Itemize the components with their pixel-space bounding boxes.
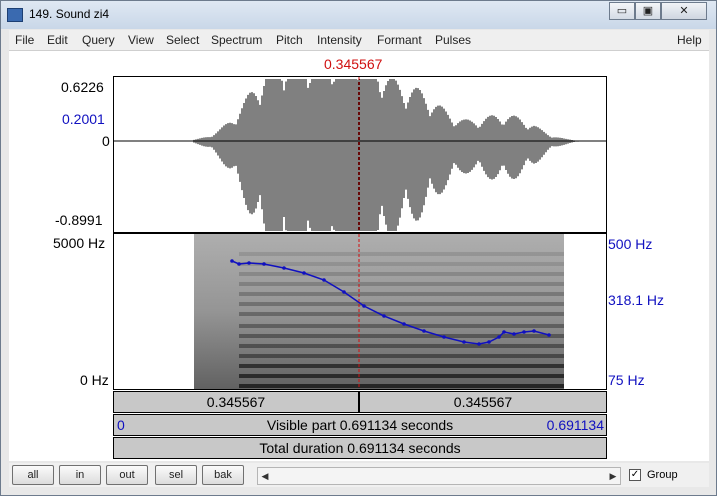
left-part-bar[interactable]: 0.345567 xyxy=(113,391,359,413)
pitch-mid-label: 318.1 Hz xyxy=(608,292,665,308)
maximize-button[interactable]: ▣ xyxy=(635,2,661,20)
menu-intensity[interactable]: Intensity xyxy=(317,33,362,47)
editor-area: 0.345567 0.6226 0.2001 0 -0.8991 5000 Hz… xyxy=(9,51,709,461)
horizontal-scrollbar[interactable]: ◀ ▶ xyxy=(257,467,621,485)
menu-file[interactable]: File xyxy=(15,33,34,47)
zoom-all-button[interactable]: all xyxy=(12,465,54,485)
menu-view[interactable]: View xyxy=(128,33,154,47)
spectrogram-panel[interactable] xyxy=(113,233,607,390)
cursor-time-label: 0.345567 xyxy=(324,56,383,72)
spectrogram-svg xyxy=(194,234,564,389)
menu-spectrum[interactable]: Spectrum xyxy=(211,33,262,47)
group-label: Group xyxy=(647,469,678,481)
pitch-bottom-label: 75 Hz xyxy=(608,372,645,388)
zoom-selection-button[interactable]: sel xyxy=(155,465,197,485)
total-duration-bar[interactable]: Total duration 0.691134 seconds xyxy=(113,437,607,459)
visible-part-bar[interactable]: 0 Visible part 0.691134 seconds 0.691134 xyxy=(113,414,607,436)
zoom-back-button[interactable]: bak xyxy=(202,465,244,485)
spectrogram-bottom-freq-label: 0 Hz xyxy=(80,372,109,388)
title-bar: 149. Sound zi4 ▭ ▣ ✕ xyxy=(1,1,716,29)
visible-end-label: 0.691134 xyxy=(546,417,604,433)
group-checkbox[interactable]: ✓ xyxy=(629,469,641,481)
close-button[interactable]: ✕ xyxy=(661,2,707,20)
zoom-out-button[interactable]: out xyxy=(106,465,148,485)
zoom-in-button[interactable]: in xyxy=(59,465,101,485)
menu-pulses[interactable]: Pulses xyxy=(435,33,471,47)
waveform-min-label: -0.8991 xyxy=(55,212,103,228)
right-part-bar[interactable]: 0.345567 xyxy=(359,391,607,413)
praat-sound-window: 149. Sound zi4 ▭ ▣ ✕ File Edit Query Vie… xyxy=(0,0,717,496)
waveform-panel[interactable] xyxy=(113,76,607,233)
menu-help[interactable]: Help xyxy=(677,33,702,47)
waveform-zero-label: 0 xyxy=(102,133,110,149)
spectrogram-top-freq-label: 5000 Hz xyxy=(53,235,106,251)
menu-bar: File Edit Query View Select Spectrum Pit… xyxy=(9,30,709,51)
praat-app-icon xyxy=(7,8,23,22)
menu-query[interactable]: Query xyxy=(82,33,115,47)
menu-formant[interactable]: Formant xyxy=(377,33,422,47)
minimize-button[interactable]: ▭ xyxy=(609,2,635,20)
waveform-level-label: 0.2001 xyxy=(62,111,105,127)
window-title: 149. Sound zi4 xyxy=(29,7,110,21)
waveform-max-label: 0.6226 xyxy=(61,79,104,95)
visible-part-label: Visible part 0.691134 seconds xyxy=(266,417,454,433)
waveform-svg xyxy=(114,77,606,232)
menu-select[interactable]: Select xyxy=(166,33,199,47)
menu-pitch[interactable]: Pitch xyxy=(276,33,303,47)
scroll-left-arrow-icon[interactable]: ◀ xyxy=(258,468,272,484)
visible-start-label: 0 xyxy=(117,417,125,433)
menu-edit[interactable]: Edit xyxy=(47,33,68,47)
scroll-right-arrow-icon[interactable]: ▶ xyxy=(606,468,620,484)
pitch-top-label: 500 Hz xyxy=(608,236,653,252)
bottom-toolbar: all in out sel bak ◀ ▶ ✓ Group xyxy=(9,463,709,487)
